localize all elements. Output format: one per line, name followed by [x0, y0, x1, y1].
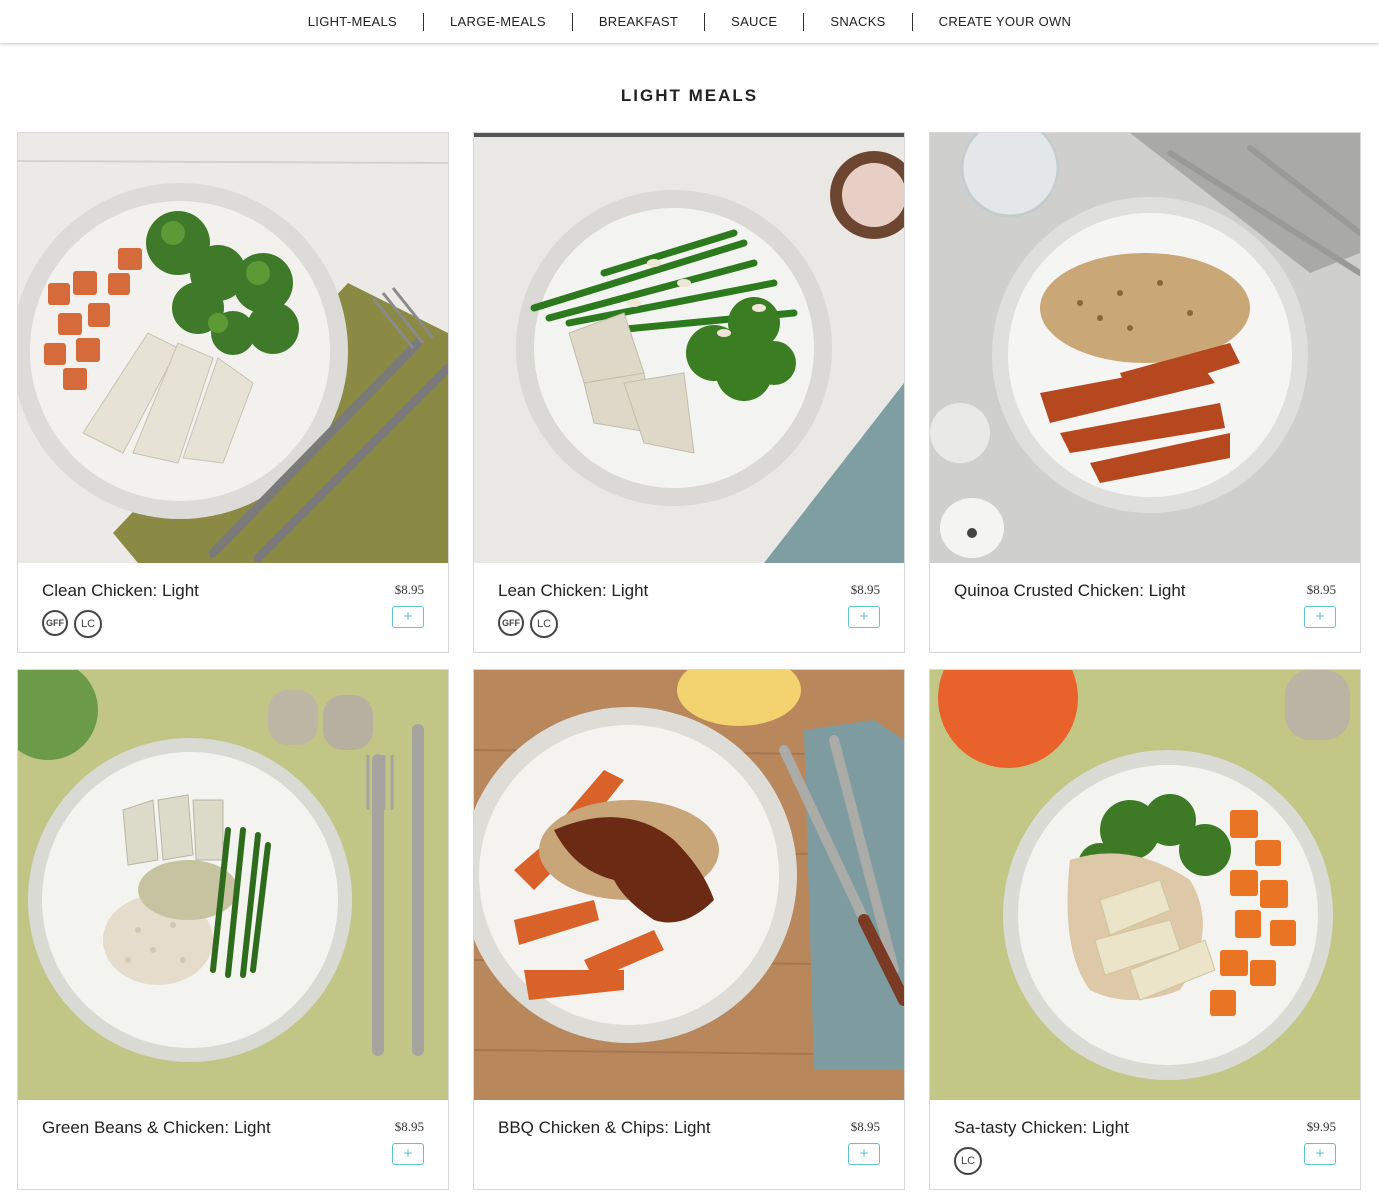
meal-card[interactable]: Green Beans & Chicken: Light $8.95 + [17, 669, 449, 1190]
meal-info: Clean Chicken: Light $8.95 GFF LC + [18, 563, 448, 652]
meal-photo[interactable] [474, 133, 904, 563]
meal-card[interactable]: Clean Chicken: Light $8.95 GFF LC + [17, 132, 449, 653]
lc-badge-icon: LC [74, 610, 102, 638]
meal-info: Sa-tasty Chicken: Light $9.95 LC + [930, 1100, 1360, 1189]
add-to-cart-button[interactable]: + [1304, 606, 1336, 628]
plate-satay-chicken-pumpkin-icon [930, 670, 1360, 1100]
lc-badge-icon: LC [954, 1147, 982, 1175]
meal-photo[interactable] [18, 133, 448, 563]
meal-info: BBQ Chicken & Chips: Light $8.95 + [474, 1100, 904, 1189]
nav-large-meals[interactable]: LARGE-MEALS [424, 14, 572, 29]
meal-price: $9.95 [1306, 1119, 1336, 1134]
meal-card[interactable]: Sa-tasty Chicken: Light $9.95 LC + [929, 669, 1361, 1190]
meal-photo[interactable] [18, 670, 448, 1100]
plate-quinoa-chicken-wedges-icon [930, 133, 1360, 563]
meal-info: Green Beans & Chicken: Light $8.95 + [18, 1100, 448, 1189]
meal-card[interactable]: Quinoa Crusted Chicken: Light $8.95 + [929, 132, 1361, 653]
nav-list: LIGHT-MEALS LARGE-MEALS BREAKFAST SAUCE … [282, 12, 1098, 31]
meal-badges: LC [954, 1147, 982, 1175]
add-to-cart-button[interactable]: + [848, 606, 880, 628]
nav-breakfast[interactable]: BREAKFAST [573, 14, 704, 29]
meal-card[interactable]: Lean Chicken: Light $8.95 GFF LC + [473, 132, 905, 653]
gff-badge-icon: GFF [42, 610, 68, 636]
meal-badges: GFF LC [498, 610, 558, 638]
meal-price: $8.95 [1306, 582, 1336, 597]
meal-info: Lean Chicken: Light $8.95 GFF LC + [474, 563, 904, 652]
plate-chicken-beans-broccoli-icon [474, 133, 904, 563]
plate-chicken-rice-beans-icon [18, 670, 448, 1100]
gff-badge-icon: GFF [498, 610, 524, 636]
nav-snacks[interactable]: SNACKS [804, 14, 911, 29]
meal-name[interactable]: BBQ Chicken & Chips: Light [498, 1118, 711, 1138]
nav-light-meals[interactable]: LIGHT-MEALS [282, 14, 423, 29]
meal-price: $8.95 [394, 582, 424, 597]
meal-photo[interactable] [930, 133, 1360, 563]
meal-info: Quinoa Crusted Chicken: Light $8.95 + [930, 563, 1360, 652]
add-to-cart-button[interactable]: + [1304, 1143, 1336, 1165]
meal-name[interactable]: Sa-tasty Chicken: Light [954, 1118, 1129, 1138]
meal-photo[interactable] [930, 670, 1360, 1100]
nav-sauce[interactable]: SAUCE [705, 14, 803, 29]
add-to-cart-button[interactable]: + [392, 1143, 424, 1165]
nav-create-your-own[interactable]: CREATE YOUR OWN [913, 14, 1098, 29]
add-to-cart-button[interactable]: + [848, 1143, 880, 1165]
lc-badge-icon: LC [530, 610, 558, 638]
meal-name[interactable]: Clean Chicken: Light [42, 581, 199, 601]
meal-name[interactable]: Lean Chicken: Light [498, 581, 648, 601]
meal-price: $8.95 [850, 1119, 880, 1134]
section-title: LIGHT MEALS [620, 86, 759, 105]
meal-name[interactable]: Quinoa Crusted Chicken: Light [954, 581, 1186, 601]
meal-price: $8.95 [394, 1119, 424, 1134]
meal-price: $8.95 [850, 582, 880, 597]
meal-card[interactable]: BBQ Chicken & Chips: Light $8.95 + [473, 669, 905, 1190]
meal-photo[interactable] [474, 670, 904, 1100]
plate-bbq-chicken-chips-icon [474, 670, 904, 1100]
top-navigation: LIGHT-MEALS LARGE-MEALS BREAKFAST SAUCE … [0, 0, 1379, 44]
meal-name[interactable]: Green Beans & Chicken: Light [42, 1118, 271, 1138]
plate-chicken-carrot-broccoli-icon [18, 133, 448, 563]
add-to-cart-button[interactable]: + [392, 606, 424, 628]
meal-badges: GFF LC [42, 610, 102, 638]
